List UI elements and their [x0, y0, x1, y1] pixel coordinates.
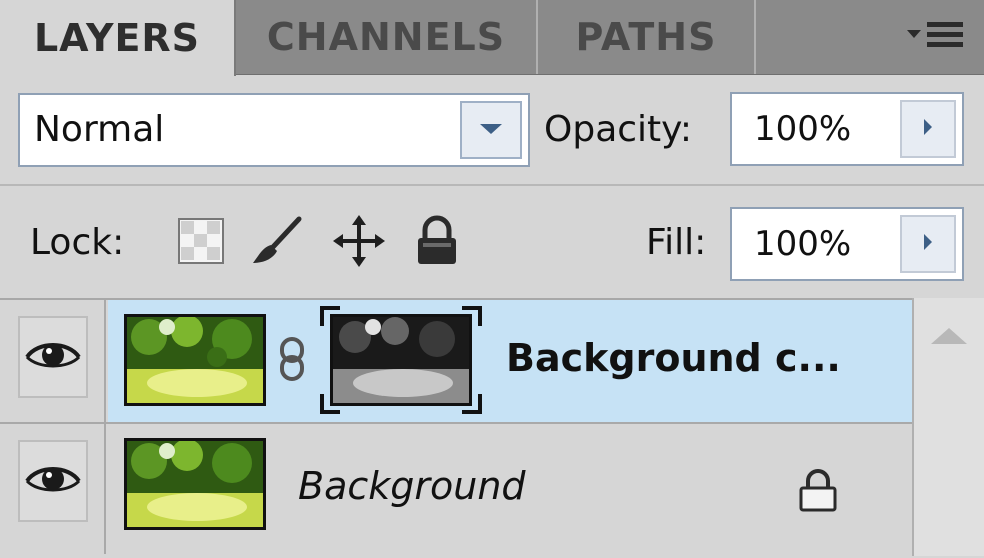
opacity-label: Opacity:	[544, 109, 692, 150]
layers-list: Background c... Background	[0, 298, 912, 558]
chevron-right-icon	[921, 231, 935, 257]
layer-visibility-toggle[interactable]	[18, 440, 88, 522]
chevron-right-icon	[921, 116, 935, 142]
layer-row-body: Background c...	[108, 300, 912, 422]
chevron-up-icon	[928, 325, 970, 351]
layer-row-background[interactable]: Background	[0, 424, 912, 554]
tab-bar: LAYERS CHANNELS PATHS	[0, 0, 984, 76]
tab-channels[interactable]: CHANNELS	[236, 0, 538, 74]
layer-visibility-toggle[interactable]	[18, 316, 88, 398]
lock-transparent-pixels-button[interactable]	[174, 216, 228, 270]
fill-label: Fill:	[646, 222, 707, 263]
eye-icon	[24, 335, 82, 379]
lock-label: Lock:	[30, 222, 125, 263]
panel-menu-button[interactable]	[900, 14, 970, 62]
blend-mode-value: Normal	[34, 109, 165, 150]
fill-value: 100%	[754, 224, 852, 264]
blend-mode-select[interactable]: Normal	[18, 93, 530, 167]
opacity-value: 100%	[754, 109, 852, 149]
layer-mask-thumbnail[interactable]	[330, 314, 472, 406]
lock-image-pixels-button[interactable]	[250, 216, 304, 270]
divider	[0, 184, 984, 186]
layer-thumbnail[interactable]	[124, 314, 266, 406]
lock-position-button[interactable]	[331, 213, 387, 273]
layer-thumbnail[interactable]	[124, 438, 266, 530]
chain-link-icon	[276, 337, 308, 386]
layer-name[interactable]: Background c...	[506, 336, 841, 380]
move-icon	[331, 213, 387, 273]
panel-menu-icon	[903, 16, 967, 60]
fill-slider-button[interactable]	[900, 215, 956, 273]
opacity-slider-button[interactable]	[900, 100, 956, 158]
lock-icon	[796, 469, 840, 518]
divider	[104, 300, 106, 422]
tab-paths[interactable]: PATHS	[538, 0, 756, 74]
divider	[104, 424, 106, 554]
layer-lock-indicator	[796, 468, 840, 514]
blend-mode-dropdown-button[interactable]	[460, 101, 522, 159]
eye-icon	[24, 459, 82, 503]
lock-all-button[interactable]	[410, 214, 464, 272]
scroll-up-button[interactable]	[924, 318, 974, 358]
brush-icon	[249, 213, 305, 273]
layer-row-body: Background	[108, 424, 912, 554]
mask-link-toggle[interactable]	[276, 336, 308, 382]
lock-icon	[412, 214, 462, 272]
layers-scrollbar[interactable]	[912, 298, 984, 556]
tab-layers[interactable]: LAYERS	[0, 0, 236, 76]
layer-name[interactable]: Background	[298, 464, 526, 508]
layer-row-background-copy[interactable]: Background c...	[0, 300, 912, 422]
opacity-field[interactable]: 100%	[730, 92, 964, 166]
layers-panel: LAYERS CHANNELS PATHS Normal Opacity: 10…	[0, 0, 984, 558]
lock-transparent-pixels-icon	[177, 217, 225, 269]
fill-field[interactable]: 100%	[730, 207, 964, 281]
chevron-down-icon	[478, 121, 504, 140]
